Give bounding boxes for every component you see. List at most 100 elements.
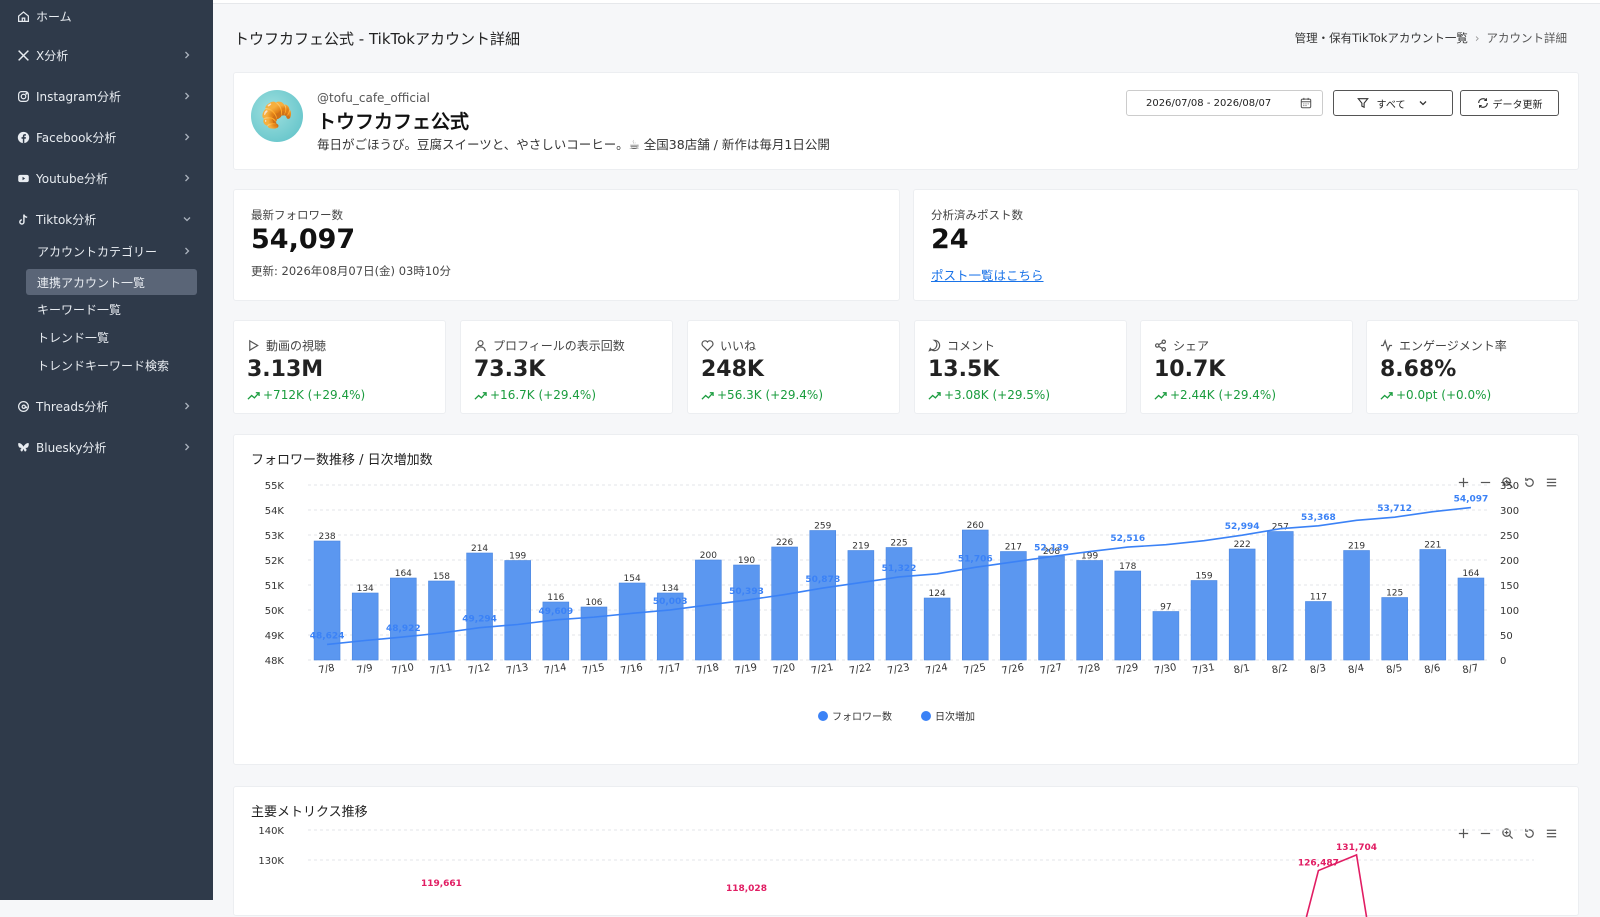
chevron-right-icon <box>185 133 190 141</box>
filter-icon <box>1356 98 1369 109</box>
followers-value: 54,097 <box>251 224 356 255</box>
legend-label[interactable]: フォロワー数 <box>832 710 892 723</box>
chevron-down-icon <box>183 217 191 222</box>
bar-daily-increase[interactable] <box>1076 560 1103 661</box>
y-right-tick-label: 200 <box>1500 556 1519 567</box>
x-tick-label: 7/14 <box>543 662 567 677</box>
y-left-tick-label: 51K <box>265 581 285 592</box>
y-tick-label: 130K <box>258 856 284 867</box>
refresh-data-button[interactable]: データ更新 <box>1460 90 1559 116</box>
breadcrumb-link[interactable]: 管理・保有TikTokアカウント一覧 <box>1295 30 1468 46</box>
sidebar-item-x[interactable]: X分析 <box>16 43 197 67</box>
posts-list-link[interactable]: ポスト一覧はこちら <box>931 265 1044 284</box>
date-range-value: 2026/07/08 - 2026/08/07 <box>1146 97 1272 109</box>
bar-daily-increase[interactable] <box>961 529 989 661</box>
kpi-change-text: +3.08K (+29.5%) <box>944 388 1050 402</box>
trending-up-icon <box>1154 391 1167 400</box>
bar-daily-increase[interactable] <box>1267 531 1294 661</box>
bar-daily-increase[interactable] <box>923 597 951 661</box>
bar-daily-increase[interactable] <box>466 552 493 661</box>
sidebar-item-facebook[interactable]: Facebook分析 <box>16 125 197 149</box>
chevron-down-icon <box>1419 101 1427 106</box>
kpi-card-video-views: 動画の視聴 3.13M +712K (+29.4%) <box>233 320 446 414</box>
bar-daily-increase[interactable] <box>1228 548 1256 661</box>
bar-data-label: 124 <box>929 589 946 599</box>
share-icon <box>1154 339 1167 352</box>
bar-daily-increase[interactable] <box>504 560 531 661</box>
sidebar-item-instagram[interactable]: Instagram分析 <box>16 84 197 108</box>
kpi-label-text: 動画の視聴 <box>266 339 327 353</box>
bar-daily-increase[interactable] <box>847 550 875 661</box>
line-data-label: 54,097 <box>1454 495 1489 505</box>
kpi-label-text: いいね <box>720 339 757 353</box>
calendar-icon <box>1300 97 1312 109</box>
bar-daily-increase[interactable] <box>390 577 417 661</box>
activity-icon <box>1380 339 1393 352</box>
line-data-label: 126,487 <box>1298 859 1339 869</box>
sidebar-item-threads[interactable]: Threads分析 <box>16 394 197 418</box>
bar-daily-increase[interactable] <box>1343 550 1370 661</box>
y-right-tick-label: 350 <box>1500 481 1519 492</box>
kpi-label-text: エンゲージメント率 <box>1399 339 1507 353</box>
metrics-chart-card: 主要メトリクス推移 130K 140K 119,661 118,028 126,487 1… <box>233 786 1579 917</box>
followers-card: 最新フォロワー数 54,097 更新: 2026年08月07日(金) 03時10… <box>233 189 900 301</box>
bar-daily-increase[interactable] <box>1381 597 1408 661</box>
bar-daily-increase[interactable] <box>1114 570 1142 661</box>
metrics-chart: 130K 140K 119,661 118,028 126,487 131,704 <box>258 826 1534 917</box>
bar-daily-increase[interactable] <box>313 540 341 661</box>
date-range-picker[interactable]: 2026/07/08 - 2026/08/07 <box>1126 90 1323 116</box>
bar-data-label: 260 <box>967 521 984 531</box>
legend-marker-followers[interactable] <box>818 711 828 721</box>
threads-icon <box>16 399 30 413</box>
bar-daily-increase[interactable] <box>580 606 608 661</box>
bar-daily-increase[interactable] <box>771 546 798 661</box>
bar-daily-increase[interactable] <box>1457 577 1485 661</box>
kpi-change: +16.7K (+29.4%) <box>474 388 596 402</box>
bar-daily-increase[interactable] <box>1305 601 1332 661</box>
line-data-label: 52,139 <box>1034 544 1069 554</box>
legend-marker-daily-increase[interactable] <box>921 711 931 721</box>
x-tick-label: 7/16 <box>620 662 644 677</box>
bar-daily-increase[interactable] <box>428 580 455 661</box>
bar-daily-increase[interactable] <box>695 559 722 661</box>
tiktok-icon <box>16 212 30 226</box>
kpi-value: 3.13M <box>247 357 324 382</box>
bar-daily-increase[interactable] <box>733 564 760 661</box>
bar-daily-increase[interactable] <box>1190 580 1218 661</box>
sidebar-item-tiktok[interactable]: Tiktok分析 <box>16 207 197 231</box>
kpi-change-text: +0.0pt (+0.0%) <box>1396 388 1492 402</box>
instagram-icon <box>16 89 30 103</box>
sidebar-sub-account-category[interactable]: アカウントカテゴリー <box>37 240 197 262</box>
sidebar-sub-label: キーワード一覧 <box>37 302 122 317</box>
trending-up-icon <box>474 391 487 400</box>
sidebar-item-youtube[interactable]: Youtube分析 <box>16 166 197 190</box>
refresh-label: データ更新 <box>1492 99 1543 111</box>
y-left-tick-label: 52K <box>265 556 285 567</box>
bar-data-label: 222 <box>1234 540 1251 550</box>
x-tick-label: 7/13 <box>505 662 529 677</box>
legend-label[interactable]: 日次増加 <box>935 710 975 723</box>
bar-data-label: 178 <box>1119 562 1136 572</box>
bar-daily-increase[interactable] <box>351 592 379 661</box>
sidebar-sub-trend-keyword-search[interactable]: トレンドキーワード検索 <box>37 354 197 376</box>
refresh-icon <box>1477 98 1488 108</box>
bar-daily-increase[interactable] <box>618 582 646 661</box>
follower-chart: 48K 49K 50K 51K 52K 53K 54K 55K 0 50 100 150 200 250 3… <box>265 481 1519 723</box>
bar-daily-increase[interactable] <box>1152 611 1180 661</box>
filter-dropdown[interactable]: すべて <box>1333 90 1453 116</box>
bar-daily-increase[interactable] <box>1038 555 1065 661</box>
bar-daily-increase[interactable] <box>809 530 837 661</box>
kpi-label: シェア <box>1154 337 1209 354</box>
sidebar-item-bluesky[interactable]: Bluesky分析 <box>16 435 197 459</box>
sidebar-sub-linked-accounts[interactable]: 連携アカウント一覧 <box>26 269 197 295</box>
bar-daily-increase[interactable] <box>1419 549 1447 661</box>
sidebar-item-home[interactable]: ホーム <box>16 4 197 28</box>
followers-label: 最新フォロワー数 <box>251 208 343 222</box>
bar-daily-increase[interactable] <box>1000 551 1027 661</box>
sidebar-sub-trends[interactable]: トレンド一覧 <box>37 326 197 348</box>
sidebar-sub-keywords[interactable]: キーワード一覧 <box>37 298 197 320</box>
x-tick-label: 7/28 <box>1077 662 1101 677</box>
y-tick-label: 140K <box>258 826 284 837</box>
x-tick-label: 7/30 <box>1153 662 1177 677</box>
sidebar-sub-label: 連携アカウント一覧 <box>37 275 146 290</box>
